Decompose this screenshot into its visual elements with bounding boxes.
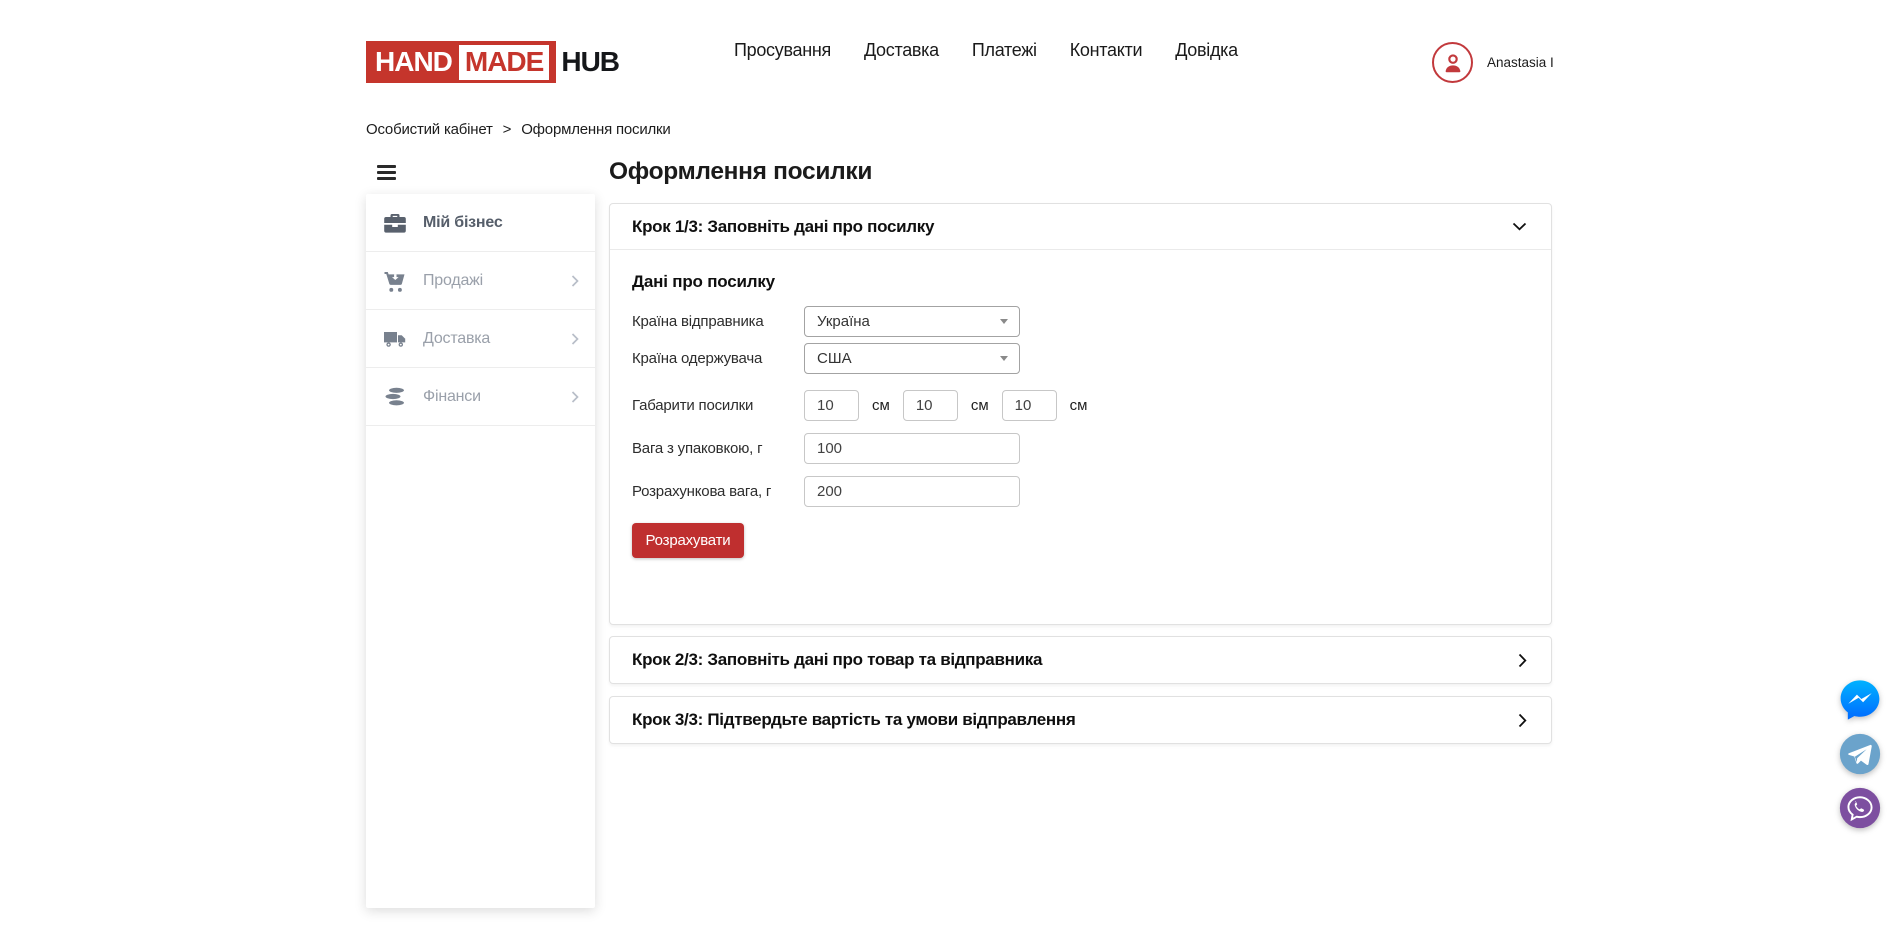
sidebar-item-finance[interactable]: Фінанси xyxy=(366,368,595,426)
step3-title: Крок 3/3: Підтвердьте вартість та умови … xyxy=(632,710,1075,730)
sender-country-value: Україна xyxy=(817,313,870,330)
avatar xyxy=(1432,42,1473,83)
recipient-country-label: Країна одержувача xyxy=(632,350,804,367)
weight-input[interactable] xyxy=(804,433,1020,464)
parcel-form: Дані про посилку Країна відправника Укра… xyxy=(610,250,1551,558)
weight-label: Вага з упаковкою, г xyxy=(632,440,804,457)
dimension-height-input[interactable] xyxy=(1002,390,1057,421)
top-header: HAND MADE HUB Просування Доставка Платеж… xyxy=(0,0,1894,100)
chevron-down-icon xyxy=(1512,222,1527,231)
sidebar-item-delivery[interactable]: Доставка xyxy=(366,310,595,368)
unit-cm: см xyxy=(872,397,890,414)
sidebar-item-my-business[interactable]: Мій бізнес xyxy=(366,194,595,252)
calculate-button[interactable]: Розрахувати xyxy=(632,523,744,558)
breadcrumb-account-link[interactable]: Особистий кабінет xyxy=(366,121,493,138)
unit-cm: см xyxy=(1070,397,1088,414)
telegram-button[interactable] xyxy=(1837,731,1883,777)
calc-weight-input[interactable] xyxy=(804,476,1020,507)
sidebar-item-label: Фінанси xyxy=(423,388,481,406)
dimension-width-input[interactable] xyxy=(903,390,958,421)
chevron-right-icon xyxy=(571,390,579,403)
coins-icon xyxy=(383,385,407,409)
logo[interactable]: HAND MADE HUB xyxy=(366,41,619,83)
sidebar-item-label: Доставка xyxy=(423,330,490,348)
breadcrumb-separator: > xyxy=(503,121,512,138)
recipient-country-row: Країна одержувача США xyxy=(632,343,1529,374)
cart-icon xyxy=(383,269,407,293)
dimensions-row: Габарити посилки см см см xyxy=(632,390,1529,421)
dimensions-label: Габарити посилки xyxy=(632,397,804,414)
social-float-bar xyxy=(1837,677,1883,839)
step3-card: Крок 3/3: Підтвердьте вартість та умови … xyxy=(609,696,1552,744)
step2-header[interactable]: Крок 2/3: Заповніть дані про товар та ві… xyxy=(610,637,1551,683)
breadcrumb: Особистий кабінет > Оформлення посилки xyxy=(366,121,671,138)
chevron-right-icon xyxy=(1518,653,1527,668)
truck-icon xyxy=(383,327,407,351)
step3-header[interactable]: Крок 3/3: Підтвердьте вартість та умови … xyxy=(610,697,1551,743)
step1-header[interactable]: Крок 1/3: Заповніть дані про посилку xyxy=(610,204,1551,250)
step1-card: Крок 1/3: Заповніть дані про посилку Дан… xyxy=(609,203,1552,625)
viber-icon xyxy=(1837,785,1883,831)
nav-item-payments[interactable]: Платежі xyxy=(972,40,1037,61)
logo-part-hub: HUB xyxy=(561,46,619,78)
form-section-title: Дані про посилку xyxy=(632,272,1529,292)
page-title: Оформлення посилки xyxy=(609,158,872,186)
caret-down-icon xyxy=(1000,319,1008,324)
step1-title: Крок 1/3: Заповніть дані про посилку xyxy=(632,217,934,237)
step2-title: Крок 2/3: Заповніть дані про товар та ві… xyxy=(632,650,1042,670)
logo-part-made: MADE xyxy=(459,45,549,80)
viber-button[interactable] xyxy=(1837,785,1883,831)
main-nav: Просування Доставка Платежі Контакти Дов… xyxy=(734,0,1238,100)
telegram-icon xyxy=(1837,731,1883,777)
user-menu[interactable]: Anastasia I xyxy=(1432,42,1554,83)
calc-weight-row: Розрахункова вага, г xyxy=(632,476,1529,507)
logo-red-box: HAND MADE xyxy=(366,41,556,83)
sidebar: Мій бізнес Продажі Доставка xyxy=(366,194,595,908)
nav-item-help[interactable]: Довідка xyxy=(1175,40,1238,61)
nav-item-promotion[interactable]: Просування xyxy=(734,40,831,61)
briefcase-icon xyxy=(383,211,407,235)
user-name: Anastasia I xyxy=(1487,55,1554,70)
caret-down-icon xyxy=(1000,356,1008,361)
unit-cm: см xyxy=(971,397,989,414)
sidebar-item-label: Мій бізнес xyxy=(423,214,503,232)
messenger-icon xyxy=(1837,677,1883,723)
calc-weight-label: Розрахункова вага, г xyxy=(632,483,804,500)
sidebar-item-sales[interactable]: Продажі xyxy=(366,252,595,310)
sender-country-label: Країна відправника xyxy=(632,313,804,330)
nav-item-delivery[interactable]: Доставка xyxy=(864,40,939,61)
step2-card: Крок 2/3: Заповніть дані про товар та ві… xyxy=(609,636,1552,684)
sender-country-select[interactable]: Україна xyxy=(804,306,1020,337)
logo-part-hand: HAND xyxy=(375,46,452,78)
sender-country-row: Країна відправника Україна xyxy=(632,306,1529,337)
recipient-country-value: США xyxy=(817,350,852,367)
weight-row: Вага з упаковкою, г xyxy=(632,433,1529,464)
recipient-country-select[interactable]: США xyxy=(804,343,1020,374)
chevron-right-icon xyxy=(1518,713,1527,728)
breadcrumb-current: Оформлення посилки xyxy=(521,121,670,138)
messenger-button[interactable] xyxy=(1837,677,1883,723)
sidebar-item-label: Продажі xyxy=(423,272,483,290)
dimension-length-input[interactable] xyxy=(804,390,859,421)
chevron-right-icon xyxy=(571,274,579,287)
person-icon xyxy=(1440,50,1466,76)
hamburger-icon[interactable] xyxy=(377,165,396,180)
nav-item-contacts[interactable]: Контакти xyxy=(1070,40,1142,61)
chevron-right-icon xyxy=(571,332,579,345)
